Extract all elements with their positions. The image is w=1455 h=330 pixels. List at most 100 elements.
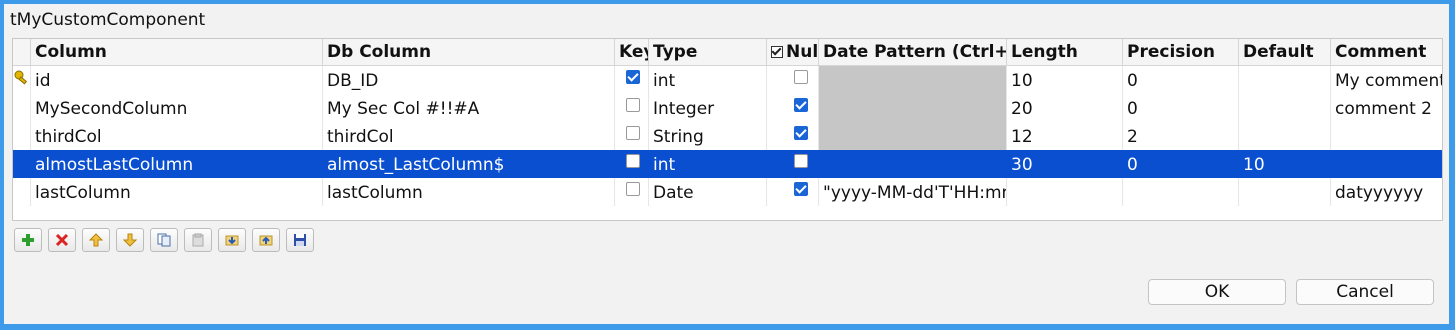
cell-type[interactable]: int [649, 150, 767, 178]
cell-length[interactable]: 20 [1007, 94, 1123, 122]
key-checkbox[interactable] [626, 126, 640, 140]
nullable-checkbox[interactable] [794, 126, 808, 140]
header-type[interactable]: Type [649, 39, 767, 65]
cell-date-pattern[interactable] [819, 122, 1007, 150]
nullable-checkbox[interactable] [794, 182, 808, 196]
nullable-checkbox[interactable] [794, 98, 808, 112]
cell-date-pattern[interactable]: "yyyy-MM-dd'T'HH:mm:ss" [819, 178, 1007, 206]
table-row[interactable]: MySecondColumn My Sec Col #!!#A Integer 20 0… [13, 94, 1442, 122]
header-precision[interactable]: Precision [1123, 39, 1239, 65]
header-column[interactable]: Column [31, 39, 323, 65]
cell-date-pattern[interactable] [819, 94, 1007, 122]
move-up-button[interactable] [82, 228, 110, 252]
cell-comment[interactable]: datyyyyyy [1331, 178, 1442, 206]
header-date-pattern[interactable]: Date Pattern (Ctrl+Space) [819, 39, 1007, 65]
cell-length[interactable]: 12 [1007, 122, 1123, 150]
import-icon [225, 235, 239, 246]
cell-comment[interactable] [1331, 122, 1442, 150]
cell-db-column[interactable]: My Sec Col #!!#A [323, 94, 615, 122]
cell-text: lastColumn [35, 183, 131, 203]
cell-length[interactable] [1007, 178, 1123, 206]
cell-db-column[interactable]: thirdCol [323, 122, 615, 150]
cell-date-pattern[interactable] [819, 66, 1007, 94]
cell-precision[interactable] [1123, 178, 1239, 206]
cell-default[interactable] [1239, 122, 1331, 150]
cell-precision[interactable]: 0 [1123, 94, 1239, 122]
cell-comment[interactable]: comment 2 [1331, 94, 1442, 122]
save-button[interactable] [286, 228, 314, 252]
key-checkbox[interactable] [626, 154, 640, 168]
cell-db-column[interactable]: lastColumn [323, 178, 615, 206]
header-db-column[interactable]: Db Column [323, 39, 615, 65]
export-button[interactable] [252, 228, 280, 252]
cell-length[interactable]: 30 [1007, 150, 1123, 178]
cell-precision[interactable]: 0 [1123, 66, 1239, 94]
remove-row-button[interactable] [48, 228, 76, 252]
cell-key[interactable] [615, 178, 649, 206]
cell-date-pattern[interactable] [819, 150, 1007, 178]
cell-default[interactable] [1239, 66, 1331, 94]
row-marker [13, 178, 31, 206]
nullable-header-checkbox[interactable] [771, 46, 783, 58]
cell-db-column[interactable]: DB_ID [323, 66, 615, 94]
table-row[interactable]: lastColumn lastColumn Date "yyyy-MM-dd'T'HH… [13, 178, 1442, 206]
table-row[interactable]: almostLastColumn almost_LastColumn$ int 30 0… [13, 150, 1442, 178]
cell-column[interactable]: id [31, 66, 323, 94]
import-button[interactable] [218, 228, 246, 252]
cell-text: Date [653, 183, 694, 203]
row-marker [13, 122, 31, 150]
cell-comment[interactable]: My comment [1331, 66, 1442, 94]
cell-default[interactable] [1239, 94, 1331, 122]
cell-text: 30 [1011, 155, 1033, 175]
cell-default[interactable] [1239, 178, 1331, 206]
cell-key[interactable] [615, 66, 649, 94]
key-checkbox[interactable] [626, 182, 640, 196]
header-key[interactable]: Key [615, 39, 649, 65]
cell-precision[interactable]: 0 [1123, 150, 1239, 178]
cell-nullable[interactable] [767, 94, 819, 122]
schema-table[interactable]: Column Db Column Key Type Nullable Date … [12, 38, 1443, 221]
cell-text: int [653, 155, 676, 175]
ok-button[interactable]: OK [1148, 279, 1286, 305]
add-icon [22, 234, 34, 246]
table-row[interactable]: id DB_ID int 10 0 My comment [13, 66, 1442, 94]
cell-type[interactable]: Date [649, 178, 767, 206]
cell-key[interactable] [615, 94, 649, 122]
nullable-checkbox[interactable] [794, 70, 808, 84]
cell-type[interactable]: String [649, 122, 767, 150]
cell-comment[interactable] [1331, 150, 1442, 178]
cell-nullable[interactable] [767, 66, 819, 94]
key-checkbox[interactable] [626, 98, 640, 112]
cell-text: 0 [1127, 155, 1138, 175]
cell-default[interactable]: 10 [1239, 150, 1331, 178]
paste-button[interactable] [184, 228, 212, 252]
cell-key[interactable] [615, 150, 649, 178]
table-row[interactable]: thirdCol thirdCol String 12 2 [13, 122, 1442, 150]
nullable-checkbox[interactable] [794, 154, 808, 168]
add-row-button[interactable] [14, 228, 42, 252]
key-checkbox[interactable] [626, 70, 640, 84]
save-icon [294, 234, 306, 246]
table-header: Column Db Column Key Type Nullable Date … [13, 39, 1442, 66]
cell-precision[interactable]: 2 [1123, 122, 1239, 150]
cell-length[interactable]: 10 [1007, 66, 1123, 94]
cell-db-column[interactable]: almost_LastColumn$ [323, 150, 615, 178]
cell-type[interactable]: Integer [649, 94, 767, 122]
cell-column[interactable]: MySecondColumn [31, 94, 323, 122]
cell-text: 0 [1127, 99, 1138, 119]
header-length[interactable]: Length [1007, 39, 1123, 65]
cell-type[interactable]: int [649, 66, 767, 94]
cell-nullable[interactable] [767, 178, 819, 206]
cell-key[interactable] [615, 122, 649, 150]
cell-column[interactable]: lastColumn [31, 178, 323, 206]
cell-nullable[interactable] [767, 150, 819, 178]
cell-column[interactable]: almostLastColumn [31, 150, 323, 178]
cell-column[interactable]: thirdCol [31, 122, 323, 150]
header-nullable[interactable]: Nullable [767, 39, 819, 65]
cell-nullable[interactable] [767, 122, 819, 150]
copy-button[interactable] [150, 228, 178, 252]
header-default[interactable]: Default [1239, 39, 1331, 65]
header-comment[interactable]: Comment [1331, 39, 1442, 65]
cancel-button[interactable]: Cancel [1296, 279, 1434, 305]
move-down-button[interactable] [116, 228, 144, 252]
